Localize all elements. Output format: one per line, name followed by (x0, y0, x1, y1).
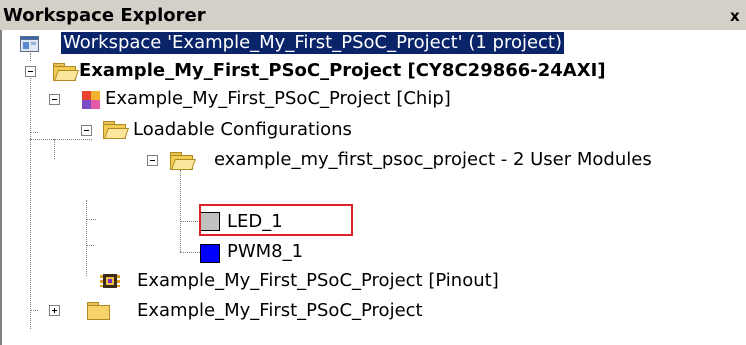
collapse-toggle-icon[interactable] (49, 94, 60, 105)
close-icon: x (730, 7, 740, 25)
tree-connector (86, 200, 87, 276)
tree-connector (86, 245, 94, 246)
workspace-icon (20, 36, 39, 52)
panel-title: Workspace Explorer (3, 5, 206, 26)
tree-item-label: Example_My_First_PSoC_Project [Pinout] (137, 270, 499, 291)
tree-connector (86, 219, 96, 220)
tree-connector (30, 139, 92, 140)
open-folder-icon (52, 62, 80, 81)
collapse-toggle-icon[interactable] (25, 66, 36, 77)
workspace-explorer-panel: Workspace Explorer x Workspace 'Example_… (0, 0, 746, 345)
tree-connector (30, 53, 31, 61)
tree-item-label: example_my_first_psoc_project - 2 User M… (214, 149, 652, 170)
tree-connector (30, 310, 38, 311)
tree-connector (54, 139, 55, 159)
tree-connector (180, 252, 200, 253)
workspace-tree: Workspace 'Example_My_First_PSoC_Project… (0, 30, 746, 345)
tree-item-label: Workspace 'Example_My_First_PSoC_Project… (61, 32, 565, 54)
expand-toggle-icon[interactable] (49, 305, 60, 316)
tree-connector (180, 170, 181, 252)
tree-connector (30, 132, 38, 133)
collapse-toggle-icon[interactable] (81, 125, 92, 136)
chip-icon (82, 91, 100, 109)
tree-connector (180, 221, 200, 222)
pinout-icon (100, 274, 120, 288)
tree-item-label: Example_My_First_PSoC_Project [Chip] (105, 88, 451, 109)
tree-item-label: Example_My_First_PSoC_Project [CY8C29866… (79, 60, 606, 81)
close-button[interactable]: x (724, 7, 746, 27)
tree-item-label: Example_My_First_PSoC_Project (137, 300, 423, 321)
open-folder-icon (102, 120, 130, 139)
open-folder-icon (169, 151, 197, 170)
folder-icon (86, 301, 110, 320)
tree-connector (30, 71, 31, 329)
panel-titlebar: Workspace Explorer x (0, 0, 746, 30)
user-module-swatch-icon (200, 244, 220, 263)
tree-item-label: Loadable Configurations (133, 119, 352, 140)
tree-item-label: PWM8_1 (227, 241, 304, 262)
collapse-toggle-icon[interactable] (147, 155, 158, 166)
highlight-box (199, 204, 353, 236)
